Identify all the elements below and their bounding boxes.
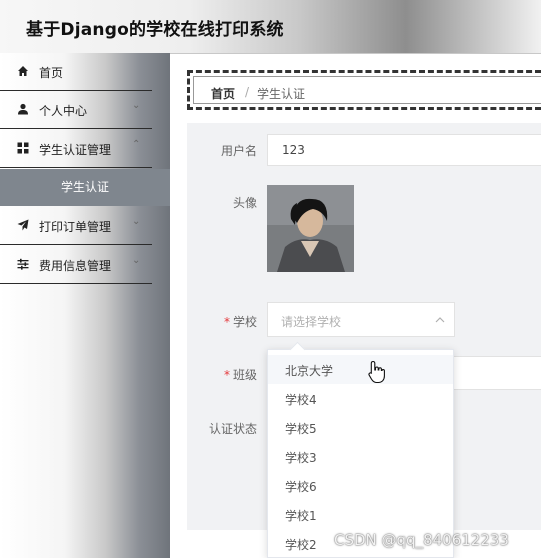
chevron-down-icon: ⌄ <box>132 216 141 227</box>
dropdown-option[interactable]: 学校4 <box>268 384 453 413</box>
breadcrumb-separator: / <box>245 85 250 99</box>
class-label: * 班级 <box>223 368 257 382</box>
sidebar-item-label: 费用信息管理 <box>39 259 112 273</box>
breadcrumb-current: 学生认证 <box>257 87 306 101</box>
chevron-up-icon: ⌃ <box>132 139 141 150</box>
username-label: 用户名 <box>220 144 257 158</box>
sidebar-item-fee-management[interactable]: 费用信息管理 ⌄ <box>0 246 152 284</box>
school-label: * 学校 <box>223 315 257 329</box>
sidebar-item-label: 学生认证管理 <box>39 143 112 157</box>
watermark: CSDN @qq_840612233 <box>334 531 509 549</box>
top-header: 基于Django的学校在线打印系统 <box>0 0 541 54</box>
dropdown-option[interactable]: 学校3 <box>268 442 453 471</box>
grid-icon <box>17 142 29 154</box>
paper-plane-icon <box>17 219 29 231</box>
dropdown-option[interactable]: 学校6 <box>268 471 453 500</box>
sidebar-item-personal-center[interactable]: 个人中心 ⌄ <box>0 91 152 129</box>
hand-cursor-icon <box>368 360 385 384</box>
user-icon <box>18 103 28 115</box>
school-placeholder: 请选择学校 <box>281 315 342 329</box>
sidebar-item-print-orders[interactable]: 打印订单管理 ⌄ <box>0 207 152 245</box>
sidebar: 首页 个人中心 ⌄ 学生认证管理 ⌃ 学生认证 打印订单管理 ⌄ 费用信息管理 … <box>0 53 170 558</box>
school-dropdown: 北京大学 学校4 学校5 学校3 学校6 学校1 学校2 <box>267 341 454 558</box>
breadcrumb-home[interactable]: 首页 <box>211 85 235 102</box>
sidebar-item-label: 首页 <box>39 66 64 80</box>
dropdown-option[interactable]: 北京大学 <box>268 355 453 384</box>
avatar-label: 头像 <box>232 196 257 210</box>
dropdown-option[interactable]: 学校1 <box>268 500 453 529</box>
school-select[interactable]: 请选择学校 <box>267 302 455 337</box>
sidebar-item-home[interactable]: 首页 <box>0 53 152 91</box>
username-field[interactable]: 123 <box>267 134 541 166</box>
breadcrumb: 首页 / 学生认证 <box>187 70 541 110</box>
app-title: 基于Django的学校在线打印系统 <box>26 20 284 40</box>
sidebar-item-label: 打印订单管理 <box>39 220 112 234</box>
chevron-up-icon <box>435 317 445 323</box>
chevron-down-icon: ⌄ <box>132 100 141 111</box>
avatar-image <box>267 185 354 272</box>
sidebar-item-label: 学生认证 <box>60 180 109 194</box>
username-value: 123 <box>282 143 305 157</box>
home-icon <box>18 66 28 76</box>
sidebar-item-student-auth-management[interactable]: 学生认证管理 ⌃ <box>0 130 152 168</box>
chevron-down-icon: ⌄ <box>132 255 141 266</box>
sidebar-item-label: 个人中心 <box>39 104 88 118</box>
sidebar-item-student-auth[interactable]: 学生认证 <box>0 169 170 206</box>
sliders-icon <box>17 258 29 270</box>
dropdown-option[interactable]: 学校5 <box>268 413 453 442</box>
status-label: 认证状态 <box>208 422 257 436</box>
